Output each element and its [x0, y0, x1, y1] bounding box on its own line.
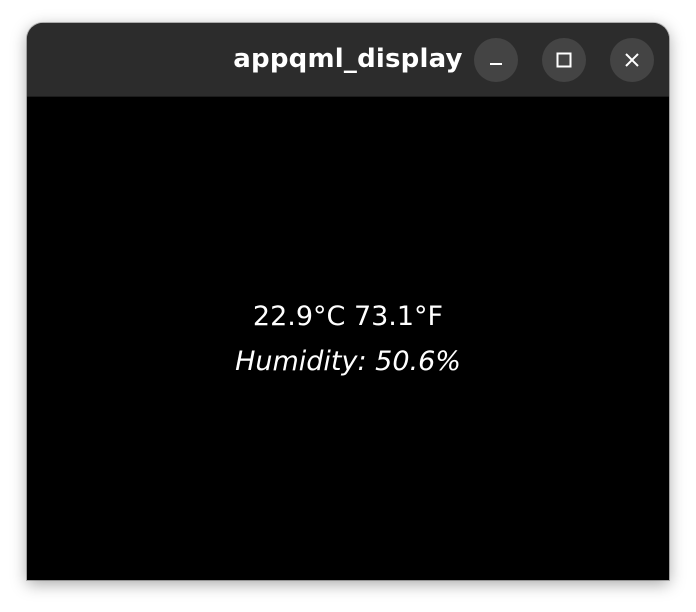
desktop: appqml_display 22.9°C 73.1°F Humidity: 5… — [0, 0, 696, 612]
humidity-reading: Humidity: 50.6% — [235, 346, 461, 377]
app-window: appqml_display 22.9°C 73.1°F Humidity: 5… — [27, 23, 669, 580]
temperature-reading: 22.9°C 73.1°F — [252, 301, 444, 332]
maximize-icon — [556, 52, 572, 68]
close-button[interactable] — [610, 38, 654, 82]
title-bar[interactable]: appqml_display — [27, 23, 669, 97]
display-area: 22.9°C 73.1°F Humidity: 50.6% — [27, 97, 669, 580]
close-icon — [625, 53, 639, 67]
minimize-button[interactable] — [474, 38, 518, 82]
maximize-button[interactable] — [542, 38, 586, 82]
minimize-icon — [490, 63, 502, 65]
